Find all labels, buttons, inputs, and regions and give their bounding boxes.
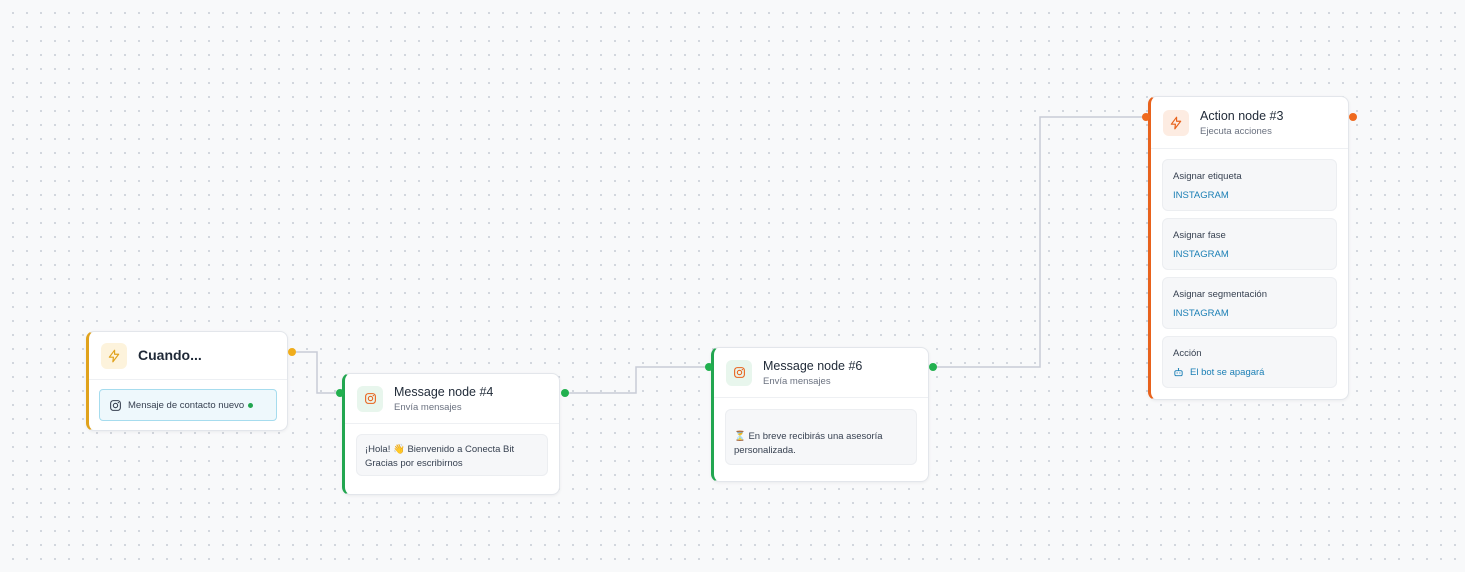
trigger-title: Cuando... xyxy=(138,347,202,363)
instagram-icon xyxy=(357,385,383,412)
message-node-6-title: Message node #6 xyxy=(763,358,863,373)
edge-message6-to-action3 xyxy=(933,116,1146,368)
edge-trigger-to-message4 xyxy=(292,351,340,394)
action-item-value: INSTAGRAM xyxy=(1173,249,1229,260)
message-node-6-header: Message node #6 Envía mensajes xyxy=(714,348,928,398)
message-node-4-header: Message node #4 Envía mensajes xyxy=(345,374,559,424)
action-node-3-output-handle[interactable] xyxy=(1349,113,1357,121)
action-item-label: Acción xyxy=(1173,348,1202,359)
action-item-value: INSTAGRAM xyxy=(1173,190,1229,201)
message-node-4-content[interactable]: ¡Hola! 👋 Bienvenido a Conecta Bit Gracia… xyxy=(356,434,548,476)
message-node-6-content[interactable]: ⏳ En breve recibirás una asesoría person… xyxy=(725,409,917,465)
message-node-4-output-handle[interactable] xyxy=(561,389,569,397)
message-node-4[interactable]: Message node #4 Envía mensajes ¡Hola! 👋 … xyxy=(342,373,560,495)
trigger-condition[interactable]: Mensaje de contacto nuevo xyxy=(99,389,277,421)
flow-canvas[interactable]: Cuando... Mensaje de contacto nuevo Mess… xyxy=(0,0,1465,572)
message-node-4-line-2: Gracias por escribirnos xyxy=(365,458,463,469)
message-node-4-line-1: ¡Hola! 👋 Bienvenido a Conecta Bit xyxy=(365,444,515,455)
action-item-value: INSTAGRAM xyxy=(1173,308,1229,319)
action-item-value: El bot se apagará xyxy=(1173,367,1326,378)
message-node-4-title: Message node #4 xyxy=(394,384,494,399)
active-status-dot xyxy=(248,402,254,408)
message-node-6-subtitle: Envía mensajes xyxy=(763,375,831,387)
action-item-bot[interactable]: Acción El bot se apagará xyxy=(1162,336,1337,388)
message-node-6[interactable]: Message node #6 Envía mensajes ⏳ En brev… xyxy=(711,347,929,482)
edge-message4-to-message6 xyxy=(565,366,709,394)
action-item-label: Asignar segmentación xyxy=(1173,289,1267,300)
trigger-output-handle[interactable] xyxy=(288,348,296,356)
trigger-condition-label: Mensaje de contacto nuevo xyxy=(128,399,245,411)
message-node-6-text: ⏳ En breve recibirás una asesoría person… xyxy=(734,431,883,456)
lightning-icon xyxy=(1163,109,1189,136)
message-node-6-input-handle[interactable] xyxy=(705,363,713,371)
action-node-3-header: Action node #3 Ejecuta acciones xyxy=(1151,97,1348,149)
lightning-icon xyxy=(101,342,127,369)
robot-icon xyxy=(1173,367,1184,378)
message-node-6-output-handle[interactable] xyxy=(929,363,937,371)
action-item-segmentation[interactable]: Asignar segmentación INSTAGRAM xyxy=(1162,277,1337,329)
action-node-3-subtitle: Ejecuta acciones xyxy=(1200,125,1272,137)
action-node-3-title: Action node #3 xyxy=(1200,108,1284,123)
action-item-phase[interactable]: Asignar fase INSTAGRAM xyxy=(1162,218,1337,270)
action-node-3-input-handle[interactable] xyxy=(1142,113,1150,121)
trigger-node-header: Cuando... xyxy=(89,332,287,380)
trigger-node[interactable]: Cuando... Mensaje de contacto nuevo xyxy=(86,331,288,431)
action-item-label: Asignar etiqueta xyxy=(1173,171,1242,182)
action-node-3[interactable]: Action node #3 Ejecuta acciones Asignar … xyxy=(1148,96,1349,400)
action-item-label: Asignar fase xyxy=(1173,230,1226,241)
action-item-value-text: El bot se apagará xyxy=(1190,367,1265,378)
action-item-tag[interactable]: Asignar etiqueta INSTAGRAM xyxy=(1162,159,1337,211)
instagram-icon xyxy=(726,359,752,386)
instagram-icon xyxy=(109,399,122,412)
message-node-4-input-handle[interactable] xyxy=(336,389,344,397)
message-node-4-subtitle: Envía mensajes xyxy=(394,401,462,413)
